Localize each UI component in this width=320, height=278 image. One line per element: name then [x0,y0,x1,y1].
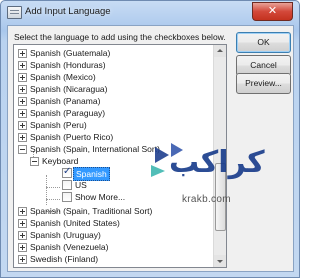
tree-item-label: Spanish (Peru) [30,120,87,130]
tree-item-label: Keyboard [42,156,79,166]
expand-icon[interactable] [18,49,27,58]
expand-icon[interactable] [18,61,27,70]
expand-icon[interactable] [18,231,27,240]
tree-item-label: Spanish (United States) [30,218,120,228]
tree-guide-line [46,187,60,188]
tree-item-label: Spanish (Spain, Traditional Sort) [30,206,153,216]
title-bar[interactable]: Add Input Language ✕ [1,1,299,25]
tree-item-label: Spanish (Mexico) [30,72,96,82]
watermark-url: krakb.com [182,194,231,205]
collapse-icon[interactable] [18,145,27,154]
expand-icon[interactable] [18,97,27,106]
watermark-logo-text: كراكب [169,145,265,180]
tree-item-label: Show More... [75,192,126,202]
tree-guide-line [46,175,47,205]
spanish-checkbox[interactable] [62,166,72,178]
preview-button[interactable]: Preview... [236,73,291,94]
tree-item-label: Swedish (Finland) [30,254,99,264]
close-button[interactable]: ✕ [252,2,293,21]
scroll-up-arrow-icon[interactable] [214,45,226,57]
expand-icon[interactable] [18,207,27,216]
tree-item-label: Spanish (Nicaragua) [30,84,108,94]
tree-guide-line [46,199,60,200]
tree-item-label: Spanish (Puerto Rico) [30,132,114,142]
show-more-checkbox[interactable] [62,192,72,202]
tree-item-label: Spanish (Guatemala) [30,48,111,58]
expand-icon[interactable] [18,85,27,94]
tree-item-label: Spanish (Paraguay) [30,108,106,118]
expand-icon[interactable] [18,243,27,252]
tree-item-label: US [75,180,87,190]
tree-item-label: Spanish (Panama) [30,96,101,106]
instruction-text: Select the language to add using the che… [14,32,226,42]
tree-item-label: Spanish (Venezuela) [30,242,109,252]
tree-item-label: Spanish (Spain, International Sort) [30,144,160,154]
ok-button[interactable]: OK [236,32,291,53]
us-checkbox[interactable] [62,180,72,190]
scroll-down-arrow-icon[interactable] [214,255,226,267]
expand-icon[interactable] [18,219,27,228]
add-input-language-dialog: Add Input Language ✕ Select the language… [0,0,300,278]
collapse-icon[interactable] [30,157,39,166]
window-title: Add Input Language [25,6,111,17]
expand-icon[interactable] [18,73,27,82]
tree-item-label: Spanish (Honduras) [30,60,106,70]
keyboard-icon [7,6,22,19]
expand-icon[interactable] [18,255,27,264]
expand-icon[interactable] [18,121,27,130]
expand-icon[interactable] [18,109,27,118]
tree-item-label: Spanish (Uruguay) [30,230,101,240]
expand-icon[interactable] [18,133,27,142]
